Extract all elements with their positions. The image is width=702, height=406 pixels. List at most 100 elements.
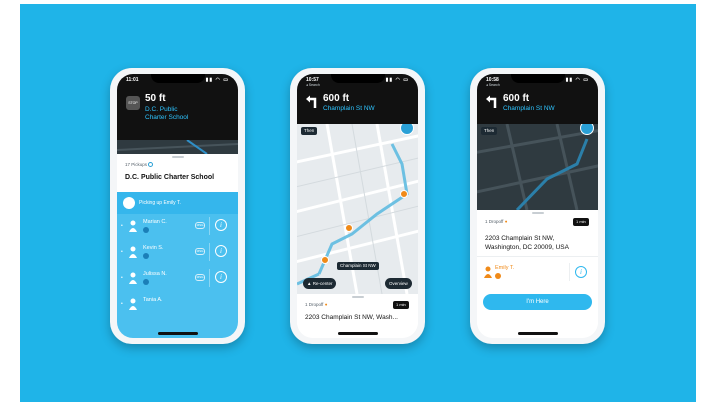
then-label: Then [484, 128, 495, 133]
divider [209, 269, 210, 287]
address-text: 2203 Champlain St NW, Wash... [305, 314, 398, 321]
divider [209, 243, 210, 261]
picking-up-banner[interactable]: Picking up Emily T. [117, 192, 238, 214]
passenger-name: Julissa N. [143, 271, 167, 277]
phone-notch [150, 74, 205, 83]
route-map-dimmed: Then [477, 124, 598, 210]
sheet-grabber[interactable] [351, 296, 364, 298]
passenger-badge [143, 279, 149, 285]
message-icon[interactable]: MSG [195, 222, 205, 229]
dropoff-label: 1 Dropoff [485, 219, 504, 224]
back-to-search-link[interactable]: ◂ Search [486, 83, 500, 87]
address-block: 2203 Champlain St NW, Washington, DC 200… [485, 234, 569, 252]
signal-wifi-battery-icon: ▮▮ ◠ ▭ [565, 77, 589, 83]
info-icon[interactable]: i [215, 271, 227, 283]
phone-navigation-map: 10:57 ◂ Search ▮▮ ◠ ▭ 600 ft Champlain S… [290, 68, 425, 344]
person-circle-icon [148, 162, 154, 168]
info-icon[interactable]: i [215, 219, 227, 231]
rider-name: Emily T. [495, 265, 515, 271]
passenger-name: Kevin S. [143, 245, 164, 251]
passenger-list: • Marian C. MSG i • Kevin S. MSG i • Jul… [117, 214, 238, 338]
signal-wifi-battery-icon: ▮▮ ◠ ▭ [385, 77, 409, 83]
street-line-1: D.C. Public [145, 106, 178, 113]
turn-left-arrow-icon [486, 95, 497, 108]
message-icon[interactable]: MSG [195, 274, 205, 281]
recenter-label: Re-center [312, 281, 333, 286]
distance-text: 600 ft [323, 93, 350, 104]
signal-wifi-battery-icon: ▮▮ ◠ ▭ [205, 77, 229, 83]
row-bullet: • [121, 249, 123, 255]
street-name: Champlain St NW [323, 105, 375, 112]
street-tag: Champlain St NW [337, 262, 379, 270]
passenger-badge [143, 253, 149, 259]
phone-notch [510, 74, 565, 83]
dropoff-count: 1 Dropoff ● [485, 219, 507, 224]
map-streets [477, 124, 598, 210]
person-circle-icon: ● [504, 219, 508, 224]
phone-pickup-list: 11:01 ▮▮ ◠ ▭ STOP 50 ft D.C. Public Char… [110, 68, 245, 344]
list-item[interactable]: • Tania A. [117, 292, 238, 318]
stop-sign-icon: STOP [126, 96, 140, 110]
row-bullet: • [121, 301, 123, 307]
phone-notch [330, 74, 385, 83]
back-to-search-link[interactable]: ◂ Search [306, 83, 320, 87]
pickup-pin-icon [400, 190, 408, 198]
sheet-grabber[interactable] [531, 212, 544, 214]
info-icon[interactable]: i [215, 245, 227, 257]
home-indicator[interactable] [337, 332, 378, 335]
eta-badge: 1 min [393, 301, 409, 309]
im-here-button[interactable]: I'm Here [483, 294, 592, 310]
phone-screen: 10:57 ◂ Search ▮▮ ◠ ▭ 600 ft Champlain S… [297, 74, 418, 338]
home-indicator[interactable] [517, 332, 558, 335]
passenger-name: Tania A. [143, 297, 163, 303]
pickups-label: 17 Pickups [125, 162, 148, 167]
pickup-sheet: 17 Pickups D.C. Public Charter School Pi… [117, 154, 238, 338]
person-icon [129, 246, 137, 258]
row-bullet: • [121, 275, 123, 281]
showcase-panel: 11:01 ▮▮ ◠ ▭ STOP 50 ft D.C. Public Char… [20, 4, 696, 402]
stop-name: D.C. Public Charter School [125, 174, 215, 181]
list-item[interactable]: • Julissa N. MSG i [117, 266, 238, 292]
distance-text: 50 ft [145, 93, 166, 104]
dropoff-count: 1 Dropoff ● [305, 302, 327, 307]
pickup-pin-icon [321, 256, 329, 264]
overview-button[interactable]: Overview [385, 278, 412, 289]
divider [477, 256, 598, 257]
stage: 11:01 ▮▮ ◠ ▭ STOP 50 ft D.C. Public Char… [0, 0, 702, 406]
passenger-name: Marian C. [143, 219, 167, 225]
pickup-pin-icon [345, 224, 353, 232]
recenter-button[interactable]: ▲ Re-center [303, 278, 337, 289]
person-icon [484, 266, 492, 278]
phone-screen: 10:58 ◂ Search ▮▮ ◠ ▭ 600 ft Champlain S… [477, 74, 598, 338]
rider-badge [495, 273, 501, 279]
list-item[interactable]: • Marian C. MSG i [117, 214, 238, 240]
route-map[interactable]: Then Champlain St NW ▲ Re-center Overvie… [297, 124, 418, 294]
street-name: Champlain St NW [503, 105, 555, 112]
street-line-2: Charter School [145, 114, 189, 121]
status-time: 11:01 [126, 77, 139, 83]
home-indicator[interactable] [157, 332, 198, 335]
arrival-sheet: 1 Dropoff ● 1 min 2203 Champlain St NW, … [477, 210, 598, 338]
address-line-2: Washington, DC 20009, USA [485, 244, 569, 251]
dropoff-label: 1 Dropoff [305, 302, 324, 307]
phone-arrival: 10:58 ◂ Search ▮▮ ◠ ▭ 600 ft Champlain S… [470, 68, 605, 344]
nav-header: 11:01 ▮▮ ◠ ▭ STOP 50 ft D.C. Public Char… [117, 74, 238, 140]
person-icon [129, 298, 137, 310]
address-line-1: 2203 Champlain St NW, [485, 235, 555, 242]
passenger-badge [143, 227, 149, 233]
list-item[interactable]: • Kevin S. MSG i [117, 240, 238, 266]
rider-avatar-icon [123, 197, 135, 209]
sheet-grabber[interactable] [171, 156, 184, 158]
divider [209, 217, 210, 235]
eta-badge: 1 min [573, 218, 589, 226]
info-icon[interactable]: i [575, 266, 587, 278]
then-chip: Then [481, 127, 498, 135]
then-label: Then [304, 128, 315, 133]
map-strip [117, 140, 238, 154]
message-icon[interactable]: MSG [195, 248, 205, 255]
phone-screen: 11:01 ▮▮ ◠ ▭ STOP 50 ft D.C. Public Char… [117, 74, 238, 338]
picking-up-text: Picking up Emily T. [139, 200, 181, 206]
turn-left-arrow-icon [306, 95, 317, 108]
stop-sign-text: STOP [128, 101, 138, 105]
person-circle-icon: ● [324, 302, 328, 307]
